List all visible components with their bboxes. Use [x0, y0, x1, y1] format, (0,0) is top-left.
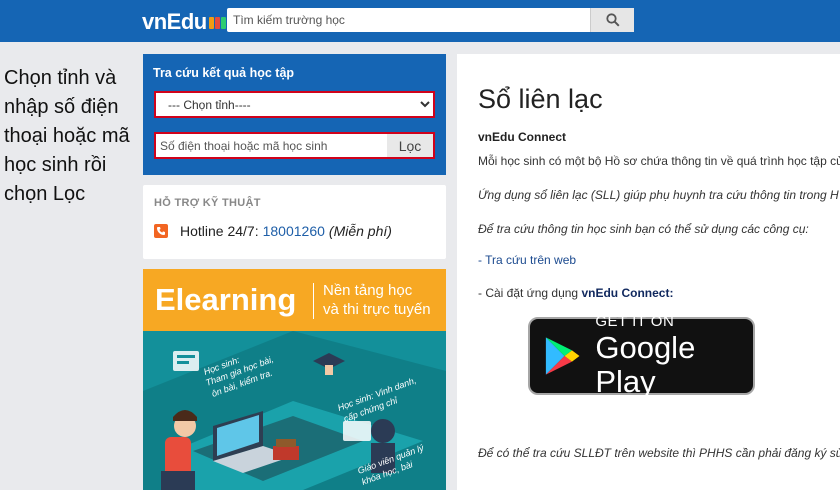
paragraph-3: Để tra cứu thông tin học sinh bạn có thể… [478, 222, 809, 236]
hotline-number-link[interactable]: 18001260 [263, 223, 325, 239]
top-navbar: vnEdu [0, 0, 840, 42]
search-button[interactable] [590, 8, 634, 32]
google-play-small-label: GET IT ON [595, 313, 675, 330]
install-app-line: - Cài đặt ứng dụng vnEdu Connect: [478, 286, 673, 300]
banner-header: Elearning Nền tảng học và thi trực tuyến [143, 269, 446, 331]
page-title: Sổ liên lạc [478, 84, 603, 114]
phone-or-student-id-input[interactable] [156, 134, 387, 157]
tech-support-card: HỖ TRỢ KỸ THUẬT Hotline 24/7: 18001260 (… [143, 185, 446, 259]
filter-button[interactable]: Lọc [387, 134, 433, 157]
school-search-input[interactable] [227, 8, 590, 32]
logo-mark-icon [208, 17, 227, 29]
instruction-annotation: Chọn tỉnh và nhập số điện thoại hoặc mã … [4, 67, 130, 205]
banner-subtitle-line1: Nền tảng học [323, 282, 413, 299]
school-search-box [227, 8, 634, 32]
google-play-text: GET IT ON Google Play [595, 313, 753, 399]
logo-text: vnEdu [142, 9, 207, 34]
google-play-big-label: Google Play [595, 330, 696, 399]
paragraph-2: Ứng dụng sổ liên lạc (SLL) giúp phụ huyn… [478, 188, 839, 202]
google-play-icon [545, 337, 580, 375]
banner-title: Elearning [155, 282, 297, 317]
phone-search-group: Lọc [154, 132, 435, 159]
hotline-label: Hotline 24/7: [180, 223, 259, 239]
province-select[interactable]: --- Chọn tỉnh---- [154, 91, 435, 118]
web-lookup-link[interactable]: - Tra cứu trên web [478, 253, 576, 267]
banner-subtitle-line2: và thi trực tuyến [323, 301, 431, 318]
paragraph-last: Để có thể tra cứu SLLĐT trên website thì… [478, 446, 840, 460]
main-content-panel: Sổ liên lạc vnEdu Connect Mỗi học sinh c… [457, 54, 840, 490]
vnedu-logo[interactable]: vnEdu [142, 7, 227, 35]
google-play-button[interactable]: GET IT ON Google Play [528, 313, 755, 399]
lookup-title: Tra cứu kết quả học tập [153, 66, 295, 80]
install-prefix: - Cài đặt ứng dụng [478, 286, 579, 300]
install-app-name: vnEdu Connect: [581, 286, 674, 300]
section-heading: vnEdu Connect [478, 130, 567, 144]
hotline-free-note: (Miễn phí) [328, 223, 392, 239]
paragraph-1: Mỗi học sinh có một bộ Hồ sơ chứa thông … [478, 154, 840, 168]
support-title: HỖ TRỢ KỸ THUẬT [154, 197, 261, 209]
elearning-banner[interactable]: Elearning Nền tảng học và thi trực tuyến… [143, 269, 446, 490]
banner-divider [313, 283, 314, 319]
hotline-row: Hotline 24/7: 18001260 (Miễn phí) [154, 223, 392, 239]
phone-icon [154, 224, 168, 238]
search-icon [605, 13, 620, 27]
elearning-illustration: Học sinh: Tham gia học bài, ôn bài, kiểm… [143, 331, 446, 490]
